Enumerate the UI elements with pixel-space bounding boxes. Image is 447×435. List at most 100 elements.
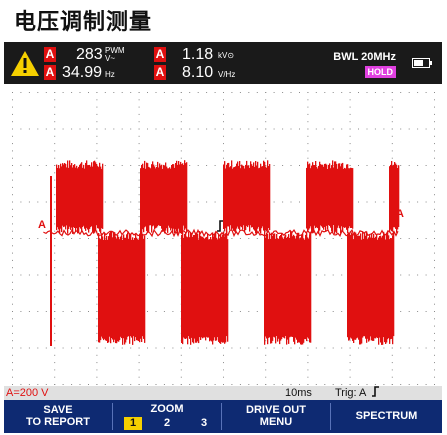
grid-dot [256,92,258,93]
grid-dot [282,165,284,166]
grid-dot [45,238,47,239]
grid-dot [79,274,81,276]
drive-label-line2: MENU [259,416,293,428]
zoom-option-3[interactable]: 3 [195,417,213,430]
spectrum-button[interactable]: SPECTRUM [331,400,442,433]
grid-dot [434,289,435,291]
grid-dot [96,252,98,254]
grid-dot [383,92,385,93]
grid-dot [54,208,56,210]
drive-out-menu-button[interactable]: DRIVE OUT MENU [222,400,330,433]
grid-dot [434,347,435,349]
grid-dot [434,252,435,254]
grid-dot [189,128,191,130]
zoom-button[interactable]: ZOOM 1 2 3 [113,400,221,433]
grid-dot [96,289,98,291]
grid-dot [121,128,123,130]
grid-dot [374,92,376,93]
channel-a-badge: A [154,65,166,80]
grid-dot [332,92,334,93]
grid-dot [223,150,224,152]
grid-dot [434,208,435,210]
grid-dot [434,230,435,232]
grid-dot [299,201,300,203]
grid-dot [307,369,309,371]
grid-dot [54,376,56,378]
grid-dot [54,303,56,305]
grid-dot [332,128,334,130]
grid-dot [374,201,376,203]
grid-dot [147,128,148,130]
grid-dot [147,384,148,385]
peak-voltage-unit: kV⊙ [218,51,235,60]
grid-dot [155,165,157,166]
grid-dot [96,318,98,320]
grid-dot [96,92,98,93]
grid-dot [391,157,393,159]
grid-dot [349,106,351,108]
grid-dot [138,99,140,101]
grid-dot [349,157,351,159]
grid-dot [248,92,250,93]
grid-dot [332,384,334,385]
grid-dot [408,165,410,166]
grid-dot [273,384,275,385]
grid-dot [20,384,22,385]
grid-dot [54,186,56,188]
grid-dot [265,340,267,342]
grid-dot [206,384,208,385]
grid-dot [290,201,292,203]
grid-dot [434,311,435,312]
grid-dot [96,267,98,269]
grid-dot [12,216,13,218]
grid-dot [20,128,22,130]
grid-dot [12,318,13,320]
zoom-option-2[interactable]: 2 [158,417,176,430]
grid-dot [231,347,233,349]
grid-dot [434,92,435,93]
grid-dot [28,128,30,130]
grid-dot [358,347,359,349]
grid-dot [223,143,224,145]
grid-dot [290,384,292,385]
zoom-option-1[interactable]: 1 [124,417,142,430]
grid-dot [206,201,208,203]
grid-dot [12,186,13,188]
grid-dot [172,92,174,93]
grid-dot [391,92,393,93]
grid-dot [434,384,435,385]
channel-scale: A=200 V [6,387,49,399]
grid-dot [315,347,317,349]
positive-pulse-block [389,161,400,233]
grid-dot [307,340,309,342]
grid-dot [45,201,47,203]
grid-dot [12,238,13,239]
grid-dot [349,99,351,101]
grid-dot [206,92,208,93]
grid-dot [197,201,199,203]
grid-dot [391,347,393,349]
grid-dot [54,362,56,364]
grid-dot [282,384,284,385]
grid-dot [290,165,292,166]
grid-dot [214,384,216,385]
grid-dot [408,201,410,203]
grid-dot [417,311,419,312]
grid-dot [434,135,435,137]
grid-dot [28,384,30,385]
edge-spike [50,176,52,346]
grid-dot [400,311,402,312]
grid-dot [37,201,39,203]
grid-dot [96,369,98,371]
save-to-report-button[interactable]: SAVE TO REPORT [4,400,112,433]
grid-dot [37,128,39,130]
grid-dot [408,274,410,276]
grid-dot [341,128,343,130]
grid-dot [96,311,98,312]
grid-dot [96,245,98,247]
grid-dot [12,376,13,378]
pwm-voltage-unit: PWM V~ [105,46,125,63]
waveform-canvas [12,92,435,385]
grid-dot [273,347,275,349]
grid-dot [20,238,22,239]
